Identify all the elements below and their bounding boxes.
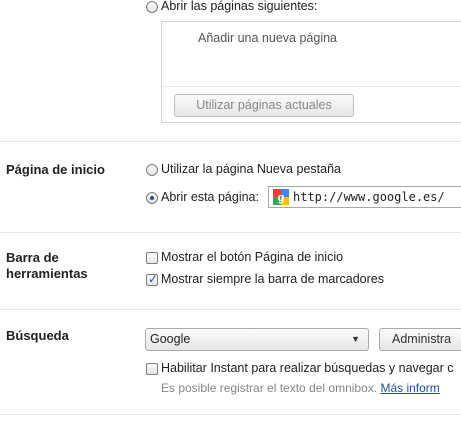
open-this-page-label: Abrir esta página: [161, 190, 259, 204]
search-engine-value: Google [150, 332, 191, 346]
show-bookmarks-bar-label: Mostrar siempre la barra de marcadores [161, 272, 384, 286]
omnibox-help-text: Es posible registrar el texto del omnibo… [161, 381, 378, 395]
add-page-field[interactable]: Añadir una nueva página [198, 31, 337, 45]
enable-instant-checkbox[interactable] [146, 363, 158, 375]
section-divider [0, 414, 461, 415]
google-favicon-icon: g [273, 189, 289, 205]
omnibox-help-row: Es posible registrar el texto del omnibo… [161, 381, 440, 395]
show-home-button-checkbox[interactable] [146, 252, 158, 264]
toolbar-section-label: Barra de herramientas [6, 250, 88, 281]
open-pages-radio[interactable] [146, 1, 158, 13]
home-page-url-input[interactable]: g http://www.google.es/ [268, 186, 461, 208]
use-current-pages-button[interactable]: Utilizar páginas actuales [174, 94, 354, 117]
open-this-page-radio[interactable] [146, 192, 158, 204]
search-engine-select[interactable]: Google ▼ [145, 328, 369, 351]
svg-text:g: g [278, 192, 285, 204]
new-tab-page-radio[interactable] [146, 164, 158, 176]
search-section-label: Búsqueda [6, 328, 69, 343]
section-divider [0, 232, 461, 233]
enable-instant-label: Habilitar Instant para realizar búsqueda… [161, 361, 454, 375]
section-divider [0, 141, 461, 142]
startup-pages-list: Añadir una nueva página Utilizar páginas… [161, 21, 461, 123]
home-page-section-label: Página de inicio [6, 162, 105, 177]
open-pages-label: Abrir las páginas siguientes: [161, 0, 318, 13]
dropdown-arrow-icon: ▼ [351, 334, 360, 344]
section-divider [0, 309, 461, 310]
show-bookmarks-bar-checkbox[interactable] [146, 272, 158, 286]
list-divider [162, 86, 461, 87]
more-info-link[interactable]: Más inform [380, 381, 439, 395]
manage-search-engines-button[interactable]: Administra [379, 328, 461, 351]
new-tab-page-label: Utilizar la página Nueva pestaña [161, 162, 341, 176]
show-home-button-label: Mostrar el botón Página de inicio [161, 250, 344, 264]
home-page-url-text: http://www.google.es/ [293, 190, 445, 204]
